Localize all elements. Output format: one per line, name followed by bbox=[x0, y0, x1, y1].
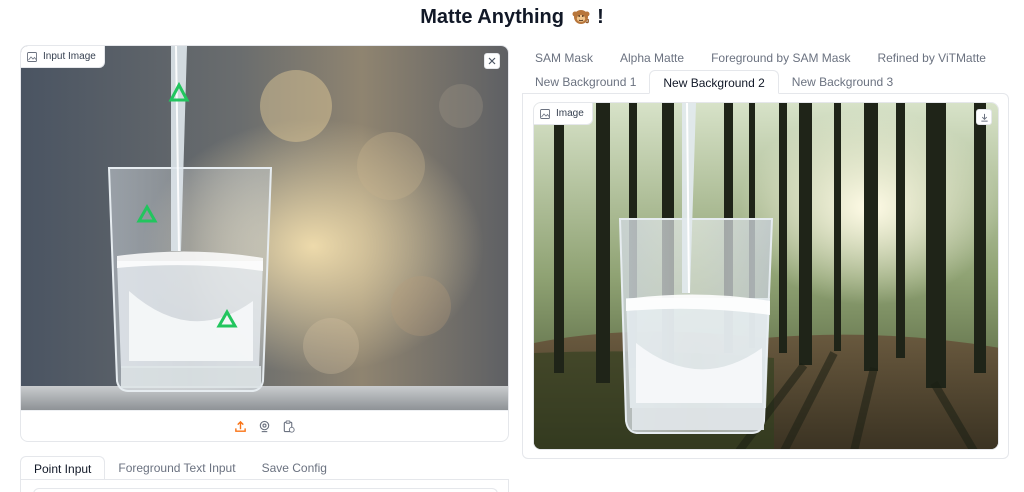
image-source-bar bbox=[21, 410, 508, 441]
webcam-icon bbox=[259, 420, 270, 433]
page-title: Matte Anything ! bbox=[0, 6, 1024, 29]
tab-new-background-2[interactable]: New Background 2 bbox=[649, 70, 779, 94]
tab-new-background-1[interactable]: New Background 1 bbox=[522, 70, 649, 94]
tab-panel-inner bbox=[33, 488, 498, 492]
output-tabs-row-1: SAM Mask Alpha Matte Foreground by SAM M… bbox=[522, 46, 1009, 70]
input-image-label: Input Image bbox=[21, 46, 105, 68]
download-button[interactable] bbox=[976, 109, 992, 125]
download-icon bbox=[980, 113, 988, 122]
tab-foreground-by-sam-mask[interactable]: Foreground by SAM Mask bbox=[698, 46, 863, 70]
output-image: Image bbox=[533, 102, 999, 450]
tab-sam-mask[interactable]: SAM Mask bbox=[522, 46, 606, 70]
clear-image-button[interactable] bbox=[484, 53, 500, 69]
output-image-label: Image bbox=[534, 103, 593, 125]
tab-point-input[interactable]: Point Input bbox=[20, 456, 106, 480]
input-mode-tabs: Point Input Foreground Text Input Save C… bbox=[20, 456, 509, 492]
output-image-label-text: Image bbox=[556, 108, 584, 119]
paste-clipboard-button[interactable] bbox=[282, 420, 296, 434]
tab-refined-by-vitmatte[interactable]: Refined by ViTMatte bbox=[864, 46, 999, 70]
output-panel: Image bbox=[522, 93, 1009, 459]
close-icon bbox=[488, 57, 496, 65]
input-image-canvas[interactable] bbox=[21, 46, 508, 410]
tab-foreground-text-input[interactable]: Foreground Text Input bbox=[105, 456, 248, 480]
page-title-suffix: ! bbox=[597, 6, 604, 28]
tab-panel-body bbox=[20, 479, 509, 492]
upload-icon bbox=[235, 420, 246, 432]
input-image-picture bbox=[21, 46, 508, 410]
tab-alpha-matte[interactable]: Alpha Matte bbox=[607, 46, 697, 70]
tab-save-config[interactable]: Save Config bbox=[249, 456, 340, 480]
upload-button[interactable] bbox=[234, 420, 248, 434]
output-tabs: SAM Mask Alpha Matte Foreground by SAM M… bbox=[522, 46, 1009, 94]
webcam-button[interactable] bbox=[258, 420, 272, 434]
clipboard-icon bbox=[283, 420, 295, 433]
output-tabs-row-2: New Background 1 New Background 2 New Ba… bbox=[522, 70, 1009, 94]
image-icon bbox=[27, 51, 37, 62]
input-image-panel: Input Image bbox=[20, 45, 509, 442]
input-image-label-text: Input Image bbox=[43, 51, 96, 62]
composited-forest-picture bbox=[534, 103, 998, 449]
tab-new-background-3[interactable]: New Background 3 bbox=[779, 70, 906, 94]
page-title-text: Matte Anything bbox=[420, 6, 564, 28]
monkey-emoji-icon bbox=[572, 10, 590, 24]
image-icon bbox=[540, 108, 550, 119]
